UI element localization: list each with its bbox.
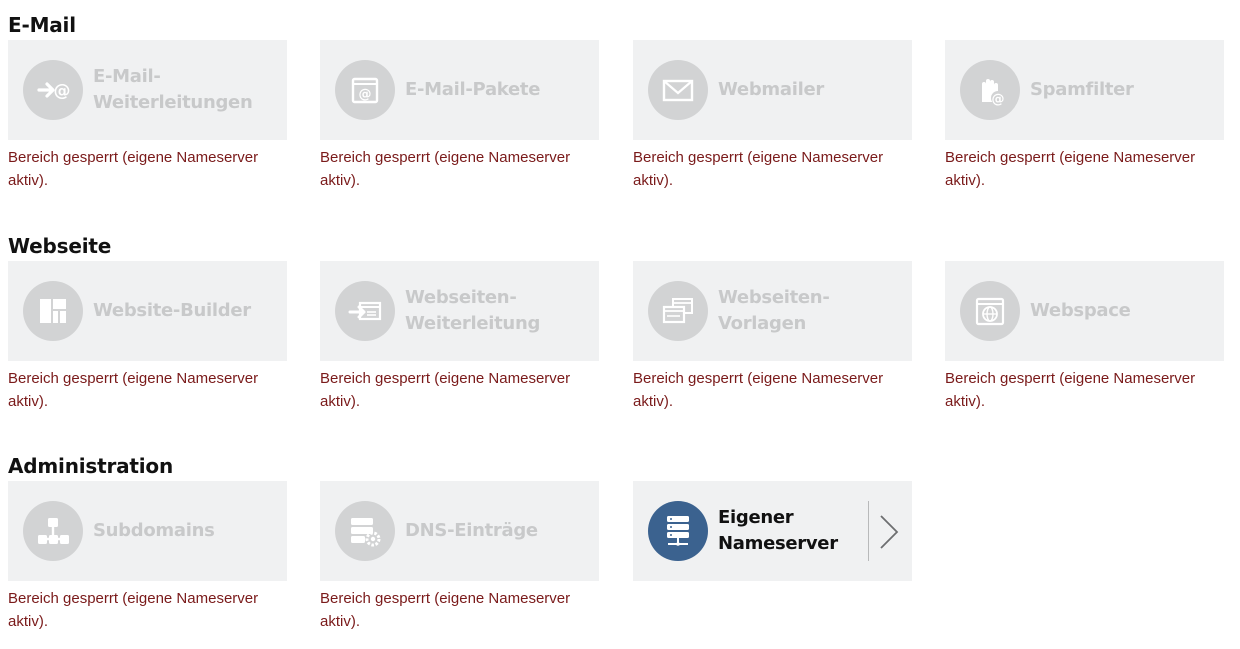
tile-cell-email-forwarding: @ E-Mail-Weiterleitungen Bereich gesperr… (8, 40, 287, 192)
mail-forward-icon: @ (23, 60, 83, 120)
tile-cell-dns-entries: DNS-Einträge Bereich gesperrt (eigene Na… (320, 481, 599, 633)
tile-label: E-Mail-Weiterleitungen (93, 66, 253, 113)
tile-label: Webseiten-Vorlagen (718, 287, 830, 334)
tile-label: Webspace (1030, 300, 1131, 321)
section-title-administration: Administration (8, 454, 174, 478)
locked-note: Bereich gesperrt (eigene Nameserver akti… (8, 370, 259, 410)
tile-spamfilter: @ Spamfilter (945, 40, 1224, 140)
tile-cell-webmailer: Webmailer Bereich gesperrt (eigene Names… (633, 40, 912, 192)
locked-note: Bereich gesperrt (eigene Nameserver akti… (633, 370, 884, 410)
tile-label: Subdomains (93, 520, 215, 541)
tile-label: Eigener Nameserver (718, 507, 838, 554)
server-gear-icon (335, 501, 395, 561)
tile-dns-entries: DNS-Einträge (320, 481, 599, 581)
tile-label: Website-Builder (93, 300, 251, 321)
sitemap-icon (23, 501, 83, 561)
svg-text:@: @ (54, 81, 71, 101)
page: E-Mail @ E-Mail-Weiterleitungen Bereich … (0, 0, 1240, 649)
tile-cell-spamfilter: @ Spamfilter Bereich gesperrt (eigene Na… (945, 40, 1224, 192)
locked-note: Bereich gesperrt (eigene Nameserver akti… (8, 149, 259, 189)
tile-label: Spamfilter (1030, 79, 1134, 100)
mail-package-icon: @ (335, 60, 395, 120)
tile-email-forwarding: @ E-Mail-Weiterleitungen (8, 40, 287, 140)
tile-divider (868, 501, 869, 561)
tile-webmailer: Webmailer (633, 40, 912, 140)
tile-email-packages: @ E-Mail-Pakete (320, 40, 599, 140)
nameserver-icon (648, 501, 708, 561)
locked-note: Bereich gesperrt (eigene Nameserver akti… (945, 370, 1196, 410)
locked-note: Bereich gesperrt (eigene Nameserver akti… (320, 149, 571, 189)
locked-note: Bereich gesperrt (eigene Nameserver akti… (945, 149, 1196, 189)
tile-label: DNS-Einträge (405, 520, 538, 541)
locked-note: Bereich gesperrt (eigene Nameserver akti… (8, 590, 259, 630)
tile-web-forwarding: Webseiten-Weiterleitung (320, 261, 599, 361)
tile-label: Webseiten-Weiterleitung (405, 287, 541, 334)
tile-webspace: Webspace (945, 261, 1224, 361)
tile-label: Webmailer (718, 79, 824, 100)
globe-box-icon (960, 281, 1020, 341)
template-windows-icon (648, 281, 708, 341)
section-email-row: @ E-Mail-Weiterleitungen Bereich gesperr… (8, 40, 1240, 200)
tile-cell-web-templates: Webseiten-Vorlagen Bereich gesperrt (eig… (633, 261, 912, 413)
locked-note: Bereich gesperrt (eigene Nameserver akti… (633, 149, 884, 189)
tile-cell-website-builder: Website-Builder Bereich gesperrt (eigene… (8, 261, 287, 413)
locked-note: Bereich gesperrt (eigene Nameserver akti… (320, 370, 571, 410)
svg-text:@: @ (992, 92, 1005, 107)
tile-cell-email-packages: @ E-Mail-Pakete Bereich gesperrt (eigene… (320, 40, 599, 192)
section-title-email: E-Mail (8, 13, 76, 37)
tile-cell-webspace: Webspace Bereich gesperrt (eigene Namese… (945, 261, 1224, 413)
tile-own-nameserver[interactable]: Eigener Nameserver (633, 481, 912, 581)
svg-text:@: @ (359, 87, 372, 102)
tile-cell-web-forwarding: Webseiten-Weiterleitung Bereich gesperrt… (320, 261, 599, 413)
section-administration-row: Subdomains Bereich gesperrt (eigene Name… (8, 481, 1240, 641)
tile-cell-subdomains: Subdomains Bereich gesperrt (eigene Name… (8, 481, 287, 633)
tile-website-builder: Website-Builder (8, 261, 287, 361)
chevron-right-icon[interactable] (877, 514, 901, 550)
spamfilter-hand-icon: @ (960, 60, 1020, 120)
tile-cell-own-nameserver: Eigener Nameserver (633, 481, 912, 581)
tile-web-templates: Webseiten-Vorlagen (633, 261, 912, 361)
section-title-webseite: Webseite (8, 234, 112, 258)
layout-grid-icon (23, 281, 83, 341)
envelope-icon (648, 60, 708, 120)
section-webseite-row: Website-Builder Bereich gesperrt (eigene… (8, 261, 1240, 421)
web-forward-icon (335, 281, 395, 341)
tile-label: E-Mail-Pakete (405, 79, 541, 100)
tile-subdomains: Subdomains (8, 481, 287, 581)
locked-note: Bereich gesperrt (eigene Nameserver akti… (320, 590, 571, 630)
